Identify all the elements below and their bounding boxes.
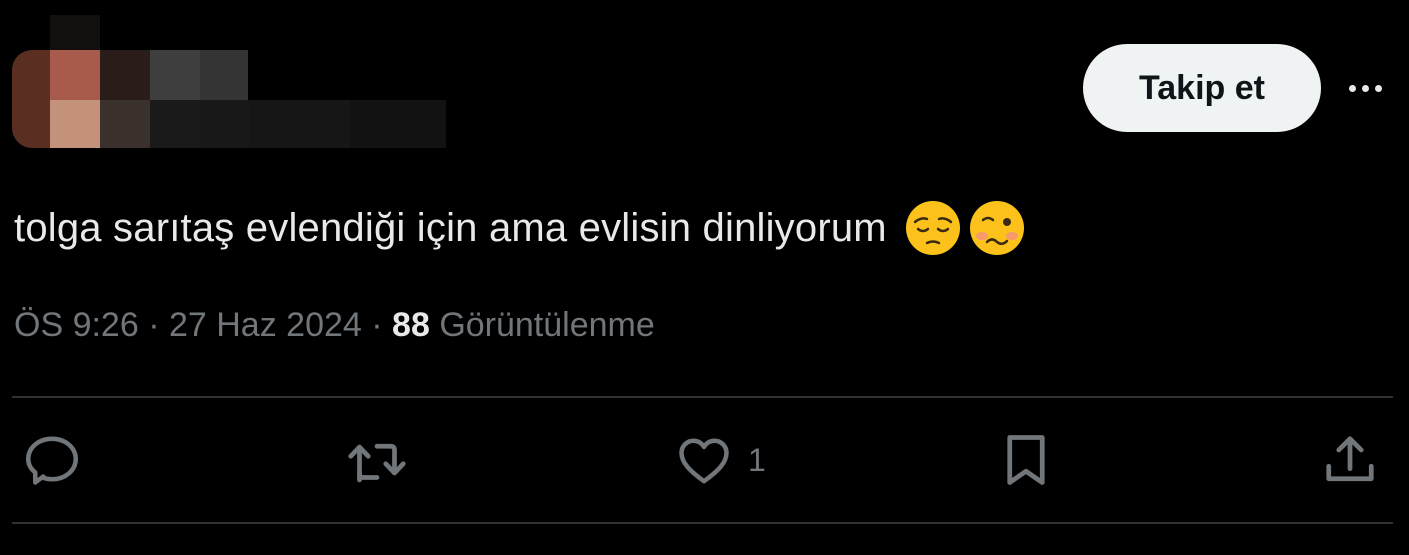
tweet-actions: 1	[0, 430, 1409, 496]
divider-top	[12, 396, 1393, 398]
woozy-face-emoji	[969, 201, 1024, 255]
bookmark-icon	[1007, 435, 1045, 485]
views-label: Görüntülenme	[439, 306, 655, 344]
share-button[interactable]	[1320, 430, 1380, 490]
tweet-time[interactable]: ÖS 9:26	[14, 306, 139, 344]
views-count: 88	[392, 306, 430, 344]
like-count: 1	[748, 441, 766, 478]
like-button[interactable]: 1	[674, 430, 766, 490]
reply-button[interactable]	[22, 430, 82, 490]
tweet-date[interactable]: 27 Haz 2024	[169, 306, 362, 344]
bookmark-button[interactable]	[996, 430, 1056, 490]
share-icon	[1326, 436, 1374, 482]
more-options-icon[interactable]	[1340, 70, 1390, 106]
follow-button[interactable]: Takip et	[1083, 44, 1321, 132]
pensive-face-emoji	[905, 201, 960, 255]
divider-bottom	[12, 522, 1393, 524]
retweet-icon	[348, 443, 406, 483]
tweet-meta: ÖS 9:26 · 27 Haz 2024 · 88 Görüntülenme	[14, 306, 655, 345]
reply-icon	[26, 436, 78, 485]
retweet-button[interactable]	[344, 430, 410, 490]
meta-separator: ·	[148, 306, 160, 344]
heart-icon	[679, 438, 729, 484]
tweet-body: tolga sarıtaş evlendiği için ama evlisin…	[14, 200, 1025, 256]
meta-separator: ·	[371, 306, 383, 344]
tweet-text: tolga sarıtaş evlendiği için ama evlisin…	[14, 205, 887, 250]
author-avatar-pixelated[interactable]	[0, 0, 460, 160]
